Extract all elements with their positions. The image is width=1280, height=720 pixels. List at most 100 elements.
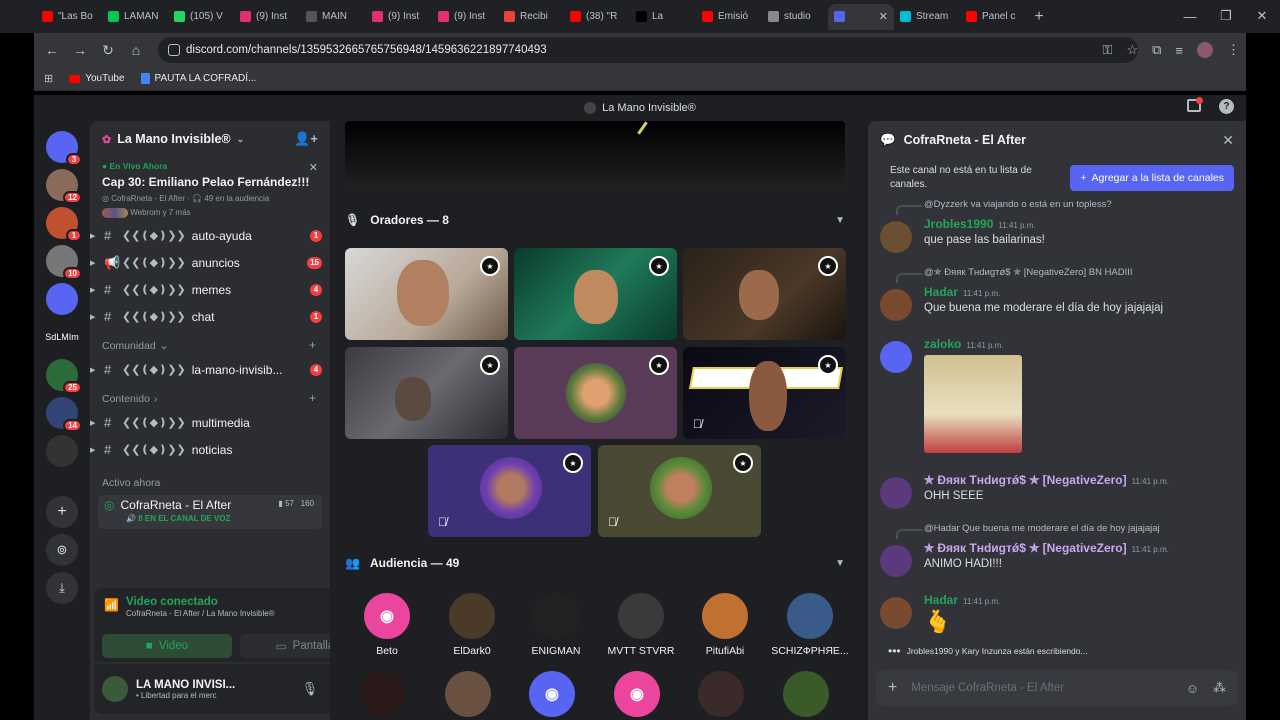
audience-member[interactable]: MVTT STVRR (599, 593, 683, 657)
add-to-channel-list-button[interactable]: + Agregar a la lista de canales (1070, 165, 1234, 191)
speaker-tile[interactable]: ★ 🎙̸ (428, 445, 591, 537)
speaker-tile[interactable]: ★ (514, 347, 677, 439)
avatar[interactable] (880, 477, 912, 509)
category-comunidad[interactable]: Comunidad ⌄ + (90, 330, 330, 356)
browser-tab[interactable]: (9) Inst (366, 4, 432, 30)
maximize-icon[interactable]: ❐ (1208, 0, 1244, 32)
avatar[interactable] (880, 545, 912, 577)
browser-tab[interactable]: Stream (894, 4, 960, 30)
browser-tab[interactable]: "Las Bo (36, 4, 102, 30)
browser-tab[interactable]: (38) "R (564, 4, 630, 30)
forward-icon[interactable]: → (66, 42, 94, 58)
microphone-icon[interactable]: 🎙 (302, 681, 319, 697)
close-icon[interactable]: ✕ (1222, 132, 1234, 149)
reply-reference[interactable]: @Dyzzerk va viajando o está en un toples… (896, 199, 1112, 215)
avatar[interactable]: ◉ (614, 671, 660, 717)
profile-avatar[interactable] (1197, 42, 1213, 58)
audience-member[interactable]: ◉ Beto (345, 593, 429, 657)
message-input[interactable]: Mensaje CofraRneta - El After (911, 682, 1171, 694)
close-tab-icon[interactable]: ✕ (879, 10, 888, 23)
browser-tab[interactable]: (105) V (168, 4, 234, 30)
speakers-header[interactable]: 🎙 Oradores — 8 ▼ (345, 208, 845, 232)
server-icon[interactable]: 3 (46, 131, 82, 166)
browser-tab[interactable]: La (630, 4, 696, 30)
reply-reference[interactable]: @Hadar Que buena me moderare el día de h… (896, 523, 1160, 539)
server-icon[interactable]: 14 (46, 397, 82, 432)
sticker-image[interactable] (924, 355, 1022, 453)
browser-tab[interactable]: ✕ (828, 3, 894, 30)
speaker-tile[interactable]: ★ (514, 248, 677, 340)
channel-item[interactable]: ▶ # ❮❮❪◆❫❯❯ auto-ayuda 1 (90, 222, 330, 249)
invite-people-icon[interactable]: 👤+ (294, 131, 318, 147)
avatar[interactable] (445, 671, 491, 717)
star-icon[interactable]: ☆ (1126, 42, 1138, 58)
reply-reference[interactable]: @✯ Đяяк Тнdиgтǿ$ ✯ [NegativeZero] BN HAD… (896, 267, 1133, 283)
key-icon[interactable]: ⚿ (1103, 42, 1113, 58)
speaker-tile[interactable]: ★ (345, 347, 508, 439)
server-header[interactable]: ✿ La Mano Invisible® ⌄ 👤+ (90, 121, 330, 157)
back-icon[interactable]: ← (38, 42, 66, 58)
download-icon[interactable]: ⤓ (46, 572, 78, 604)
audience-member[interactable]: ElDark0 (430, 593, 514, 657)
add-channel-icon[interactable]: + (309, 391, 316, 405)
server-icon[interactable]: 1 (46, 207, 82, 242)
channel-item[interactable]: ▶ # ❮❮❪◆❫❯❯ memes 4 (90, 276, 330, 303)
category-contenido[interactable]: Contenido › + (90, 383, 330, 409)
bookmark-youtube[interactable]: YouTube (69, 73, 125, 84)
message-author[interactable]: Jrobles1990 11:41 p.m. (924, 217, 1238, 231)
server-icon[interactable] (46, 435, 78, 467)
voice-channel-item[interactable]: ◎ CofraRneta - El After ▮ 57 160 🔊 8 EN E… (98, 495, 322, 529)
avatar[interactable] (880, 341, 912, 373)
apps-icon[interactable]: ⁂ (1213, 680, 1226, 696)
emoji-icon[interactable]: ☺ (1186, 681, 1199, 696)
message-author[interactable]: ✯ Đяяк Тнdиgтǿ$ ✯ [NegativeZero] 11:41 p.… (924, 473, 1238, 487)
avatar[interactable] (783, 671, 829, 717)
audience-member[interactable]: PitufiAbi (683, 593, 767, 657)
avatar[interactable] (102, 676, 128, 702)
apps-icon[interactable]: ⊞ (44, 72, 53, 85)
inbox-icon[interactable] (1187, 97, 1203, 112)
address-bar[interactable]: discord.com/channels/1359532665765756948… (158, 37, 1138, 63)
channel-item[interactable]: ▶ # ❮❮❪◆❫❯❯ chat 1 (90, 303, 330, 330)
speaker-tile[interactable]: ★ (345, 248, 508, 340)
add-server-icon[interactable]: + (46, 496, 78, 528)
browser-tab[interactable]: LAMAN (102, 4, 168, 30)
browser-tab[interactable]: Panel c (960, 4, 1026, 30)
server-icon[interactable]: 12 (46, 169, 82, 204)
extensions-icon[interactable]: ⧉ (1152, 42, 1161, 58)
add-channel-icon[interactable]: + (309, 338, 316, 352)
avatar[interactable] (880, 289, 912, 321)
message-author[interactable]: zaloko 11:41 p.m. (924, 337, 1238, 351)
speaker-tile[interactable]: ★ (683, 248, 846, 340)
browser-tab[interactable]: Emisió (696, 4, 762, 30)
server-icon[interactable] (46, 283, 78, 315)
audience-member[interactable]: ENIGMAN (514, 593, 598, 657)
server-icon[interactable]: 25 (46, 359, 82, 394)
discover-icon[interactable]: ⊚ (46, 534, 78, 566)
channel-item[interactable]: ▶ # ❮❮❪◆❫❯❯ noticias (90, 436, 330, 463)
minimize-icon[interactable]: — (1172, 0, 1208, 32)
server-icon[interactable]: 10 (46, 245, 82, 280)
site-info-icon[interactable] (168, 44, 180, 56)
server-icon[interactable]: SdLMIm (45, 321, 79, 353)
speaker-tile[interactable]: ★ 🎙̸ (598, 445, 761, 537)
help-icon[interactable]: ? (1219, 99, 1234, 114)
browser-tab[interactable]: (9) Inst (432, 4, 498, 30)
video-button[interactable]: ■ Video (102, 634, 232, 658)
avatar[interactable] (360, 671, 406, 717)
channel-item[interactable]: ▶ # ❮❮❪◆❫❯❯ la-mano-invisib... 4 (90, 356, 330, 383)
avatar[interactable] (880, 221, 912, 253)
bookmark-pauta[interactable]: PAUTA LA COFRADÍ... (140, 73, 256, 84)
media-icon[interactable]: ≡ (1175, 43, 1183, 58)
menu-icon[interactable]: ⋮ (1227, 42, 1240, 58)
browser-tab[interactable]: Recibi (498, 4, 564, 30)
close-window-icon[interactable]: ✕ (1244, 0, 1280, 32)
avatar[interactable] (880, 597, 912, 629)
browser-tab[interactable]: MAIN (300, 4, 366, 30)
channel-item[interactable]: ▶ 📢 ❮❮❪◆❫❯❯ anuncios 15 (90, 249, 330, 276)
browser-tab[interactable]: studio (762, 4, 828, 30)
message-author[interactable]: ✯ Đяяк Тнdиgтǿ$ ✯ [NegativeZero] 11:41 p.… (924, 541, 1238, 555)
home-icon[interactable]: ⌂ (122, 42, 150, 58)
channel-item[interactable]: ▶ # ❮❮❪◆❫❯❯ multimedia (90, 409, 330, 436)
audience-header[interactable]: 👥 Audiencia — 49 ▼ (345, 551, 845, 575)
